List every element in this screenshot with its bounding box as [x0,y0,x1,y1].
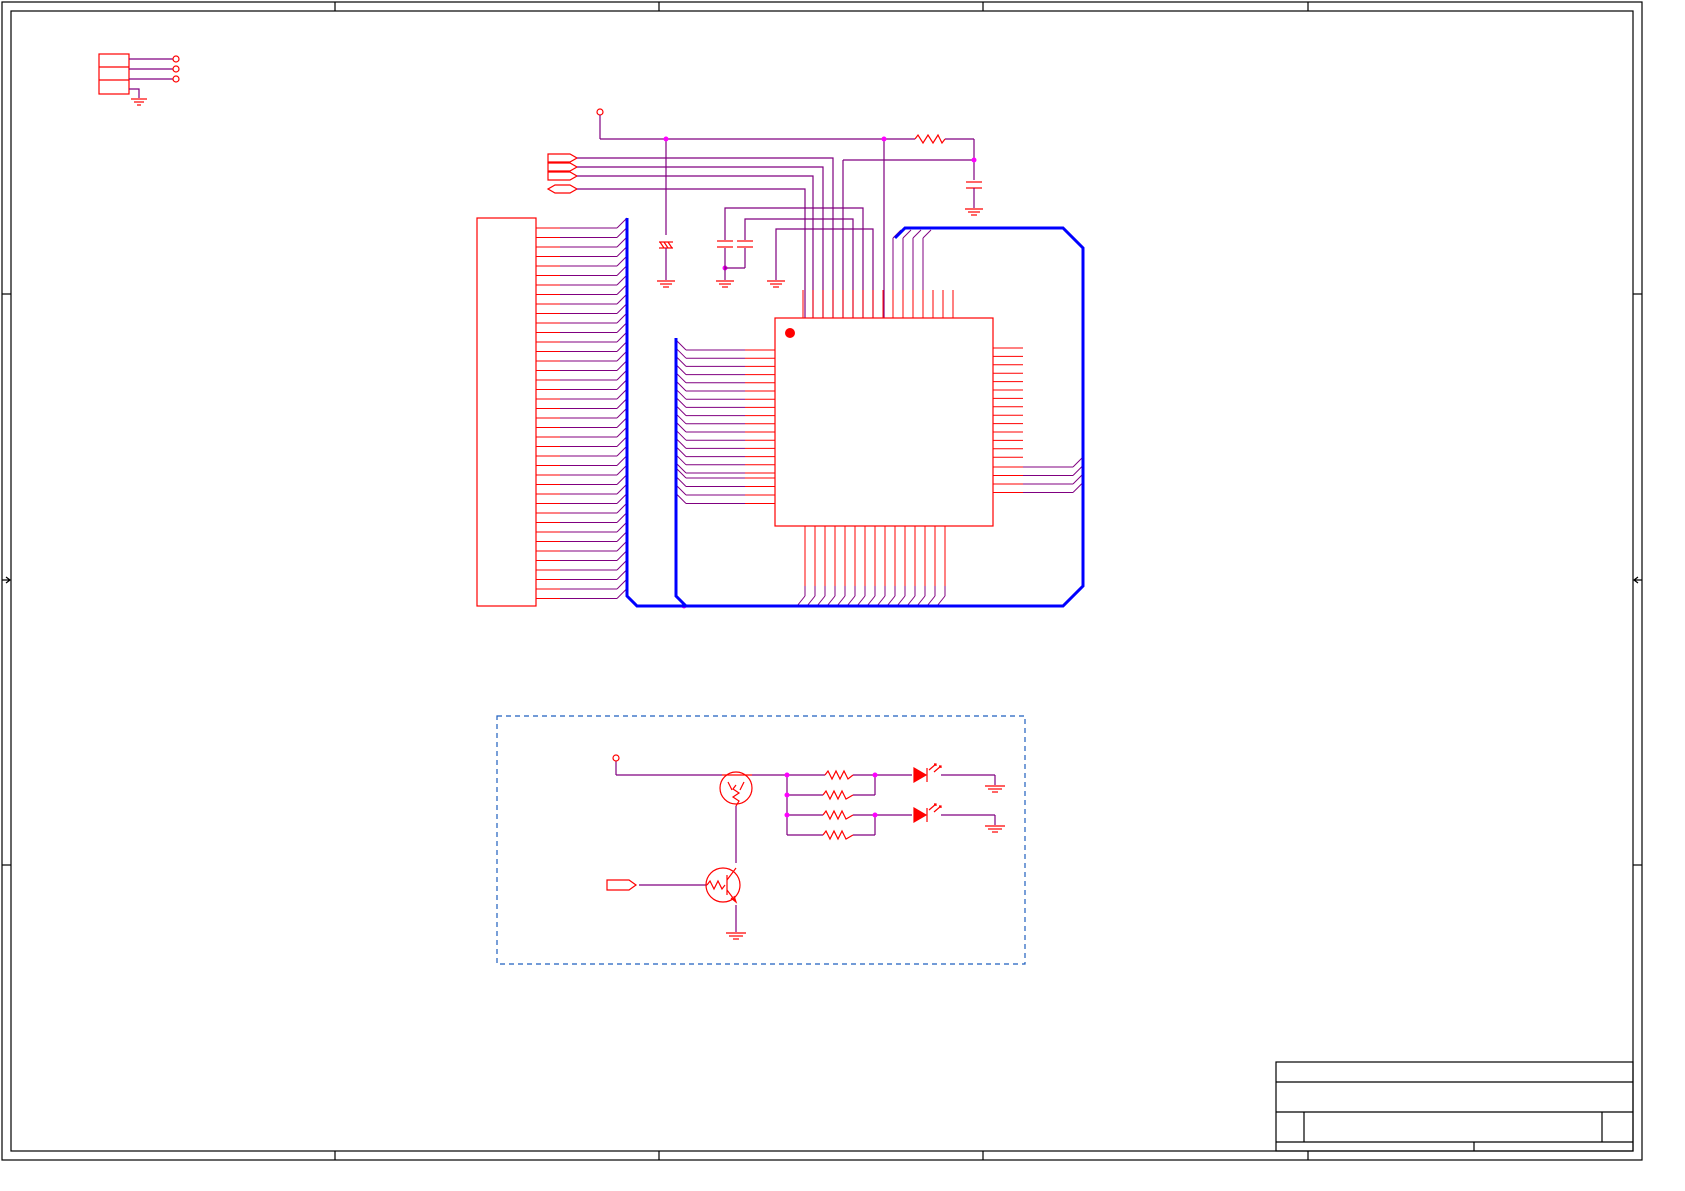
junction-dots [663,136,977,609]
connector-pins [536,217,628,599]
ground-symbol [131,98,147,106]
power-rail [596,108,975,318]
load-capacitors [724,207,874,318]
bus-entry [922,229,932,239]
led-driver-group [496,715,1026,965]
bus-entry [912,229,922,239]
sheet-frame [1,1,1643,1161]
led-resistors [822,769,854,841]
port-flags [546,153,579,194]
led-driver-wires [615,761,996,932]
resistor [914,133,946,145]
title-block [1275,1061,1634,1152]
crystal-component [657,241,675,288]
led-1 [913,763,942,784]
schematic-sheet [1,1,1643,1161]
pnp-transistor [719,771,753,807]
power-terminal [612,754,620,762]
ic-pins [675,229,1084,607]
microcontroller-ic [774,317,994,527]
led-2 [913,803,942,824]
header-connector-3pin [98,53,180,98]
npn-transistor [705,867,741,904]
bus-entry [902,229,912,239]
capacitor [965,181,983,216]
input-port-flag [606,879,638,891]
capacitor-plates [716,240,785,288]
connector-block [476,217,537,607]
ground-symbols [726,785,1005,940]
pin1-marker [785,328,795,338]
